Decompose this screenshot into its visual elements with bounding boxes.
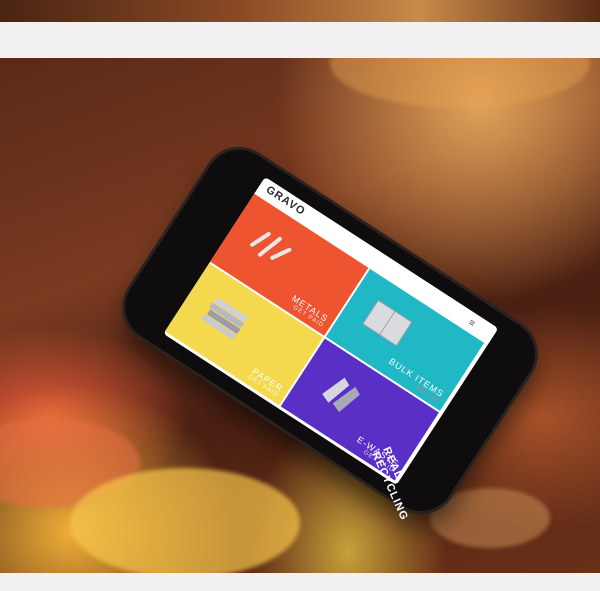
metal-scraps-icon bbox=[250, 232, 292, 260]
appliance-icon bbox=[362, 299, 413, 347]
bottom-band bbox=[0, 573, 600, 591]
e-waste-icon bbox=[322, 377, 360, 413]
menu-icon[interactable]: ≡ bbox=[466, 317, 477, 329]
top-photo-strip bbox=[0, 0, 600, 22]
bokeh-light bbox=[330, 58, 590, 108]
phone-device: GRAVO ≡ METALS GET PAID PAPER GET PAID B… bbox=[112, 136, 548, 525]
paper-stack-icon bbox=[201, 297, 249, 340]
photo: GRAVO ≡ METALS GET PAID PAPER GET PAID B… bbox=[0, 58, 600, 573]
phone-screen: GRAVO ≡ METALS GET PAID PAPER GET PAID B… bbox=[163, 176, 499, 486]
white-band bbox=[0, 22, 600, 58]
bokeh-light bbox=[70, 468, 300, 573]
